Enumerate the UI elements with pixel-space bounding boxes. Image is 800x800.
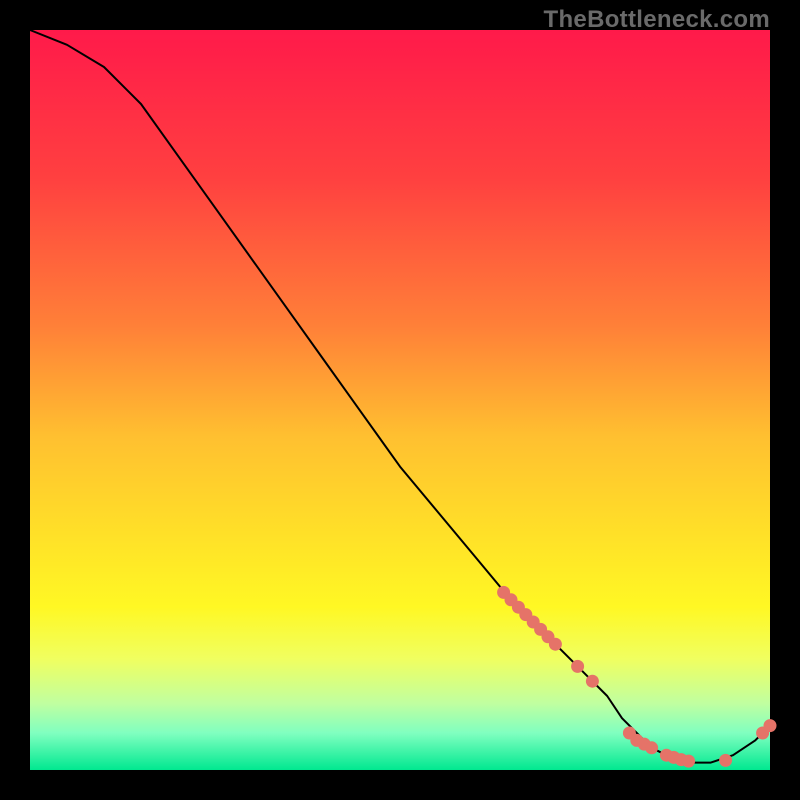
data-point bbox=[682, 755, 695, 768]
data-point bbox=[719, 754, 732, 767]
data-point bbox=[764, 719, 777, 732]
data-point bbox=[645, 741, 658, 754]
data-point bbox=[586, 675, 599, 688]
data-point bbox=[571, 660, 584, 673]
bottleneck-curve bbox=[30, 30, 770, 763]
chart-overlay bbox=[30, 30, 770, 770]
data-point bbox=[549, 638, 562, 651]
marker-group bbox=[497, 586, 776, 768]
